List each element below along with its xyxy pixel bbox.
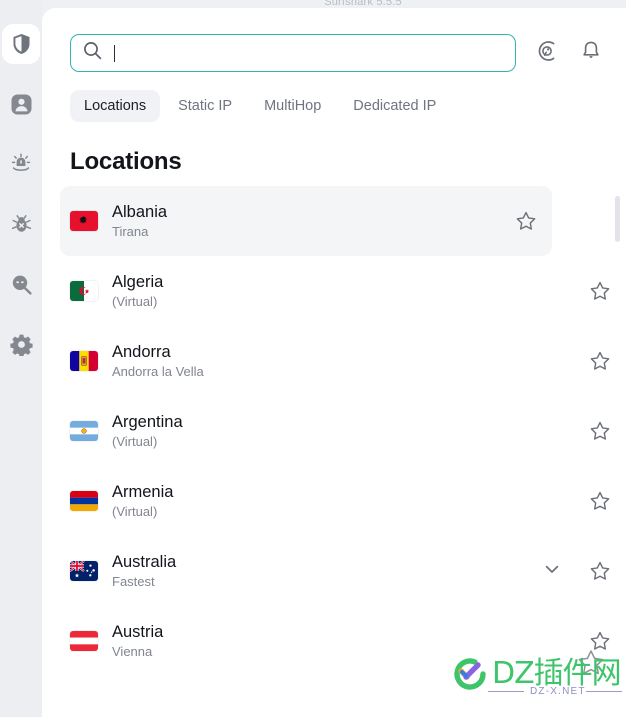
speedometer-icon [535,39,559,68]
country-detail: (Virtual) [112,503,158,519]
list-item-labels: Armenia (Virtual) [112,482,173,521]
list-item-labels: Albania Tirana [112,202,167,241]
search-input[interactable] [70,34,516,72]
page-title: Locations [70,148,182,175]
flag-armenia-icon [70,491,98,511]
list-item[interactable]: Armenia (Virtual) [60,466,626,536]
list-item[interactable]: Albania Tirana [60,186,552,256]
shield-icon [12,33,31,55]
gear-icon [9,333,33,356]
header-bar [42,8,626,72]
country-name: Albania [112,202,168,221]
flag-andorra-icon [70,351,98,371]
tab-multihop[interactable]: MultiHop [250,90,335,122]
tab-bar: Locations Static IP MultiHop Dedicated I… [42,72,626,122]
locations-list: Albania Tirana Algeria (Virtual) Andorra… [42,186,626,676]
sidebar [0,0,42,717]
alert-icon [9,152,33,176]
country-name: Andorra [112,342,171,361]
country-name: Australia [112,552,177,571]
list-item[interactable]: Argentina (Virtual) [60,396,626,466]
sidebar-item-alert[interactable] [2,144,40,184]
list-item-labels: Austria Vienna [112,622,163,661]
notifications-button[interactable] [578,40,604,66]
tab-locations[interactable]: Locations [70,90,161,122]
country-name: Armenia [112,482,174,501]
search-icon [83,41,102,65]
search-mask-icon [10,273,33,296]
list-item[interactable]: Austria Vienna [60,606,626,676]
list-item[interactable]: Andorra Andorra la Vella [60,326,626,396]
flag-argentina-icon [70,421,98,441]
list-item-actions [500,186,552,256]
country-name: Algeria [112,272,164,291]
list-item[interactable]: Australia Fastest [60,536,626,606]
country-detail: Fastest [112,573,155,589]
sidebar-item-settings[interactable] [2,324,40,364]
list-scrollbar[interactable] [615,196,620,677]
favorite-button[interactable] [500,199,552,243]
country-name: Argentina [112,412,183,431]
bell-icon [579,39,603,68]
app-title: Surfshark 5.5.5 [324,0,402,8]
country-detail: Vienna [112,643,153,659]
tab-static-ip[interactable]: Static IP [164,90,246,122]
sidebar-item-vpn[interactable] [2,24,40,64]
app-window: Surfshark 5.5.5 Locations Static IP Mult… [0,0,626,717]
list-item-labels: Andorra Andorra la Vella [112,342,204,381]
country-detail: Andorra la Vella [112,363,204,379]
main-panel: Locations Static IP MultiHop Dedicated I… [42,8,626,717]
country-detail: (Virtual) [112,433,158,449]
bug-icon [10,213,33,236]
locations-list-viewport: Albania Tirana Algeria (Virtual) Andorra… [42,186,626,687]
sidebar-item-account[interactable] [2,84,40,124]
scrollbar-thumb[interactable] [615,196,620,242]
flag-austria-icon [70,631,98,651]
speed-test-button[interactable] [534,40,560,66]
list-item-labels: Australia Fastest [112,552,176,591]
list-item[interactable]: Algeria (Virtual) [60,256,626,326]
chevron-down-icon [542,559,562,584]
sidebar-item-alternative-id[interactable] [2,264,40,304]
flag-algeria-icon [70,281,98,301]
list-item-actions [530,536,626,606]
text-caret [114,44,115,62]
sidebar-item-antivirus[interactable] [2,204,40,244]
list-item-labels: Algeria (Virtual) [112,272,163,311]
flag-australia-icon [70,561,98,581]
list-item-labels: Argentina (Virtual) [112,412,183,451]
country-name: Austria [112,622,164,641]
tab-dedicated-ip[interactable]: Dedicated IP [339,90,450,122]
person-icon [11,94,32,115]
expand-button[interactable] [530,549,574,593]
country-detail: (Virtual) [112,293,158,309]
flag-albania-icon [70,211,98,231]
country-detail: Tirana [112,223,149,239]
